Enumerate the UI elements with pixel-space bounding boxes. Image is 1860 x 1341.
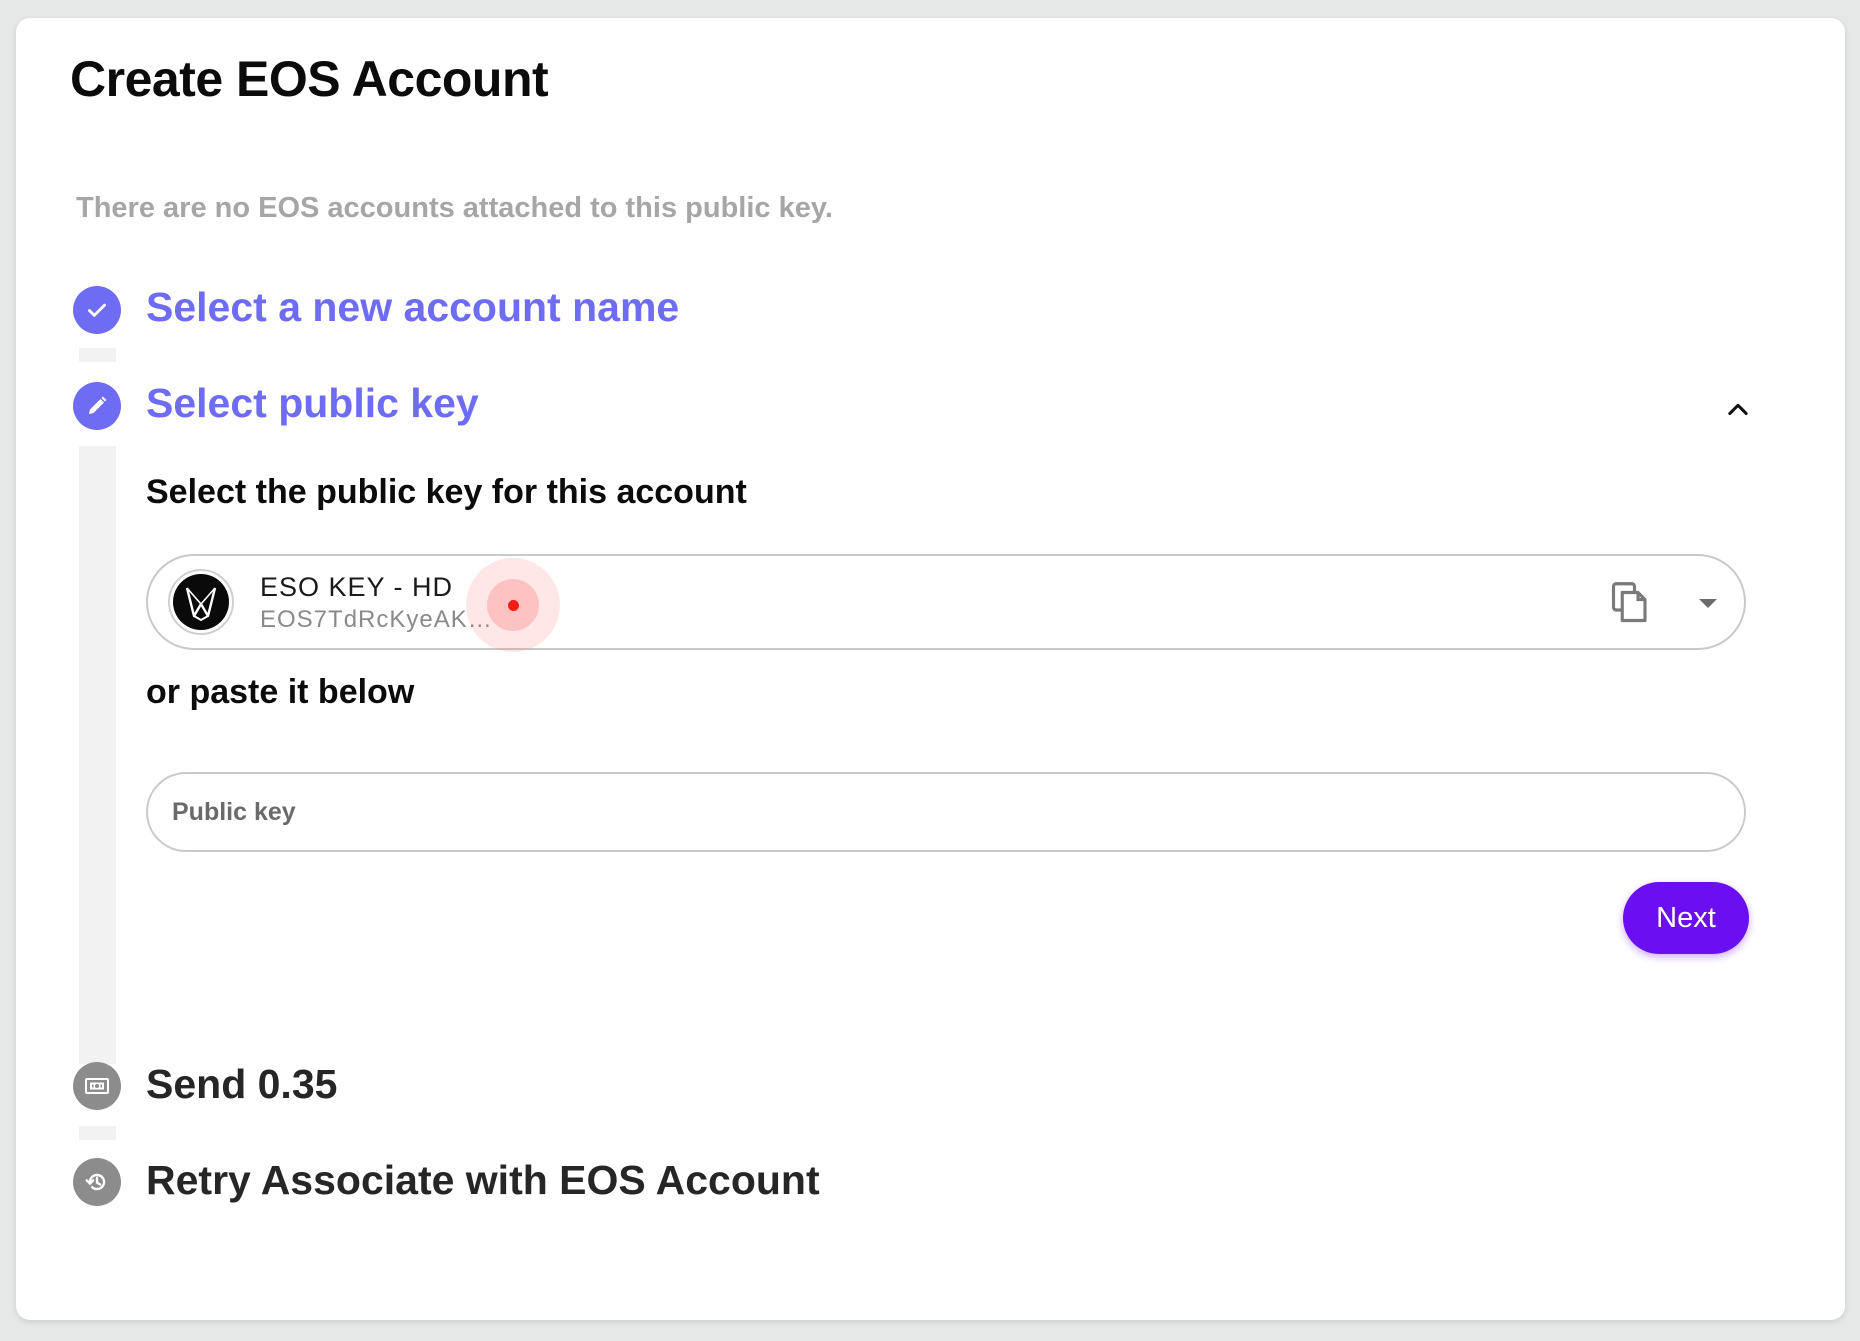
key-avatar: [168, 569, 234, 635]
step-select-public-key[interactable]: Select public key: [146, 380, 479, 427]
create-account-card: Create EOS Account There are no EOS acco…: [16, 18, 1845, 1320]
history-icon: [73, 1158, 121, 1206]
pencil-icon: [73, 382, 121, 430]
next-button[interactable]: Next: [1623, 882, 1749, 954]
status-message: There are no EOS accounts attached to th…: [76, 192, 833, 224]
step-select-account-name[interactable]: Select a new account name: [146, 284, 679, 331]
cash-icon: [73, 1062, 121, 1110]
step-connector: [79, 348, 116, 362]
step-send[interactable]: Send 0.35: [146, 1061, 337, 1108]
caret-down-icon[interactable]: [1688, 584, 1728, 624]
public-key-input[interactable]: [146, 772, 1746, 852]
step-connector: [79, 1126, 116, 1140]
key-name: ESO KEY - HD: [260, 572, 454, 602]
click-indicator: [466, 558, 560, 652]
page-title: Create EOS Account: [70, 51, 549, 107]
step-retry-associate[interactable]: Retry Associate with EOS Account: [146, 1157, 820, 1204]
key-value: EOS7TdRcKyeAKp...: [260, 606, 500, 633]
paste-heading: or paste it below: [146, 673, 415, 711]
chevron-up-icon[interactable]: [1716, 388, 1760, 432]
public-key-heading: Select the public key for this account: [146, 473, 747, 511]
public-key-select[interactable]: ESO KEY - HD EOS7TdRcKyeAKp...: [146, 554, 1746, 652]
step-connector: [79, 446, 116, 1064]
wolf-logo-icon: [173, 574, 229, 630]
check-icon: [73, 286, 121, 334]
copy-icon[interactable]: [1606, 578, 1656, 628]
